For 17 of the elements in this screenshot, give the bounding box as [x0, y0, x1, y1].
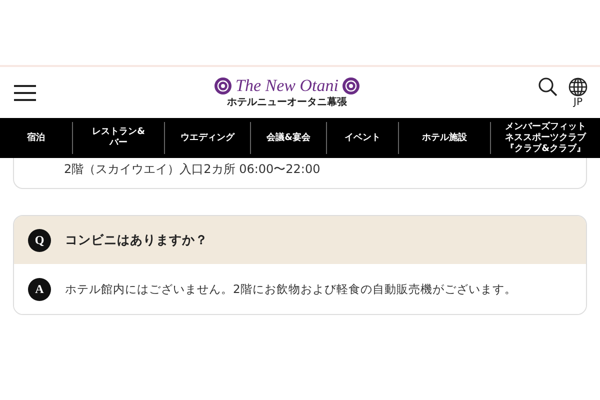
nav-tab[interactable]: 会議&宴会 — [250, 122, 326, 154]
nav-tab[interactable]: ホテル施設 — [398, 122, 490, 154]
emblem-icon — [342, 76, 360, 94]
nav-tab[interactable]: 宿泊 — [0, 122, 72, 154]
emblem-icon — [214, 76, 232, 94]
nav-tab[interactable]: イベント — [326, 122, 398, 154]
answer-mark-badge: A — [28, 278, 51, 300]
hotel-name: ホテルニューオータニ幕張 — [227, 96, 347, 108]
answer-text: 2階（スカイウエイ）入口2カ所 06:00〜22:00 — [64, 163, 320, 175]
nav-tab[interactable]: メンバーズフィットネススポーツクラブ『クラブ&クラブ』 — [490, 122, 600, 154]
answer-text: ホテル館内にはございません。2階にお飲物および軽食の自動販売機がございます。 — [65, 282, 516, 296]
menu-button[interactable] — [14, 84, 36, 100]
question-mark-badge: Q — [28, 228, 51, 252]
nav-tab[interactable]: ウエディング — [164, 122, 250, 154]
hotel-logo[interactable]: The New Otani — [236, 76, 338, 94]
question-text: コンビニはありますか？ — [65, 232, 208, 248]
nav-tab[interactable]: レストラン&バー — [72, 122, 164, 154]
